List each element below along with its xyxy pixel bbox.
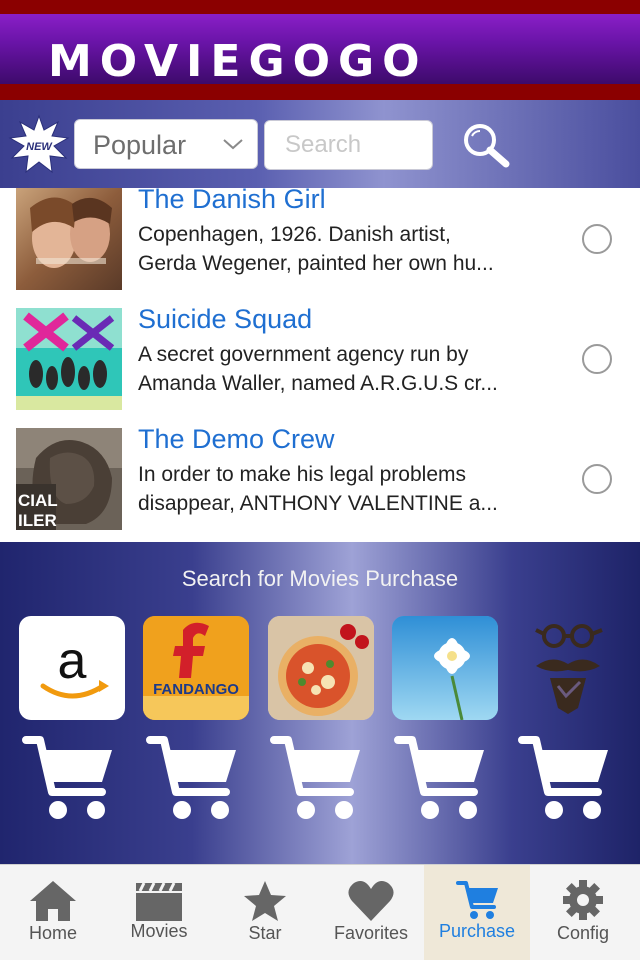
flower-icon [392, 616, 498, 720]
movie-poster: CIAL ILER [16, 428, 122, 530]
movie-description: Amanda Waller, named A.R.G.U.S cr... [138, 372, 498, 395]
movie-list: The Danish Girl Copenhagen, 1926. Danish… [0, 188, 640, 542]
tab-favorites[interactable]: Favorites [318, 865, 424, 960]
cart-icon[interactable] [22, 730, 116, 826]
tab-label: Purchase [438, 921, 516, 941]
svg-text:a: a [58, 632, 87, 690]
poster-caption: ILER [18, 511, 57, 530]
app-logo: MOVIEGOGO [48, 36, 428, 87]
select-radio[interactable] [582, 464, 612, 494]
movie-description: Gerda Wegener, painted her own hu... [138, 252, 494, 275]
house-icon [30, 881, 76, 921]
disguise-app-button[interactable] [516, 616, 622, 720]
tab-config[interactable]: Config [530, 865, 636, 960]
cart-icon[interactable] [146, 730, 240, 826]
tab-label: Config [556, 923, 610, 943]
movie-poster [16, 188, 122, 290]
movie-title[interactable]: The Danish Girl [138, 188, 326, 215]
fandango-logo-icon: FANDANGO [143, 616, 249, 720]
select-radio[interactable] [582, 224, 612, 254]
fandango-app-button[interactable]: FANDANGO [143, 616, 249, 720]
clapperboard-icon [136, 882, 182, 921]
movie-row[interactable]: Suicide Squad A secret government agency… [0, 300, 640, 420]
movie-description: Copenhagen, 1926. Danish artist, [138, 223, 451, 246]
tab-label: Home [28, 923, 77, 943]
movie-description: A secret government agency run by [138, 343, 469, 366]
food-app-button[interactable] [268, 616, 374, 720]
search-box [264, 120, 433, 170]
tab-label: Movies [130, 921, 188, 941]
movie-row[interactable]: The Danish Girl Copenhagen, 1926. Danish… [0, 188, 640, 300]
app-header: MOVIEGOGO [0, 0, 640, 100]
new-badge-icon: NEW [8, 114, 70, 174]
movie-description: In order to make his legal problems [138, 463, 466, 486]
movie-description: disappear, ANTHONY VALENTINE a... [138, 492, 498, 515]
tab-label: Favorites [333, 923, 409, 943]
cart-icon[interactable] [518, 730, 612, 826]
tab-movies[interactable]: Movies [106, 865, 212, 960]
movie-row[interactable]: CIAL ILER The Demo Crew In order to make… [0, 420, 640, 540]
purchase-title: Search for Movies Purchase [181, 566, 459, 591]
cart-icon[interactable] [394, 730, 488, 826]
cart-icon[interactable] [270, 730, 364, 826]
search-icon[interactable] [460, 120, 512, 170]
chevron-down-icon [223, 139, 243, 150]
heart-icon [348, 881, 394, 921]
movie-poster [16, 308, 122, 410]
gear-icon [563, 880, 603, 920]
tab-purchase[interactable]: Purchase [424, 865, 530, 960]
search-toolbar: NEW Popular [0, 100, 640, 188]
poster-caption: CIAL [18, 491, 58, 510]
flower-app-button[interactable] [392, 616, 498, 720]
purchase-panel: Search for Movies Purchase a FANDANGO [0, 542, 640, 864]
new-badge-text: NEW [26, 141, 53, 153]
amazon-app-button[interactable]: a [19, 616, 125, 720]
movie-title[interactable]: Suicide Squad [138, 304, 312, 335]
category-dropdown[interactable]: Popular [74, 119, 258, 169]
search-input[interactable] [265, 121, 432, 169]
tab-bar: Home Movies Star Favorites Purchase Conf… [0, 864, 640, 960]
pizza-icon [268, 616, 374, 720]
tab-home[interactable]: Home [0, 865, 106, 960]
fandango-wordmark: FANDANGO [153, 681, 239, 698]
header-band: MOVIEGOGO [0, 14, 640, 87]
category-selected: Popular [93, 130, 187, 160]
amazon-logo-icon: a [40, 632, 109, 699]
tab-star[interactable]: Star [212, 865, 318, 960]
movie-title[interactable]: The Demo Crew [138, 424, 335, 455]
cart-icon [456, 881, 498, 919]
tab-label: Star [248, 923, 282, 943]
star-icon [244, 881, 286, 921]
select-radio[interactable] [582, 344, 612, 374]
